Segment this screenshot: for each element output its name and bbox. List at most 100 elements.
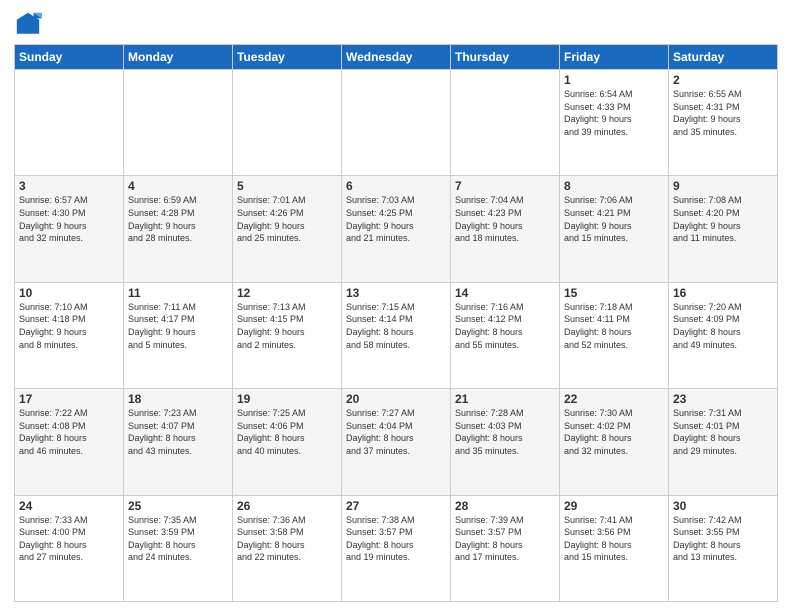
day-number: 15 (564, 286, 664, 300)
day-header-tuesday: Tuesday (233, 45, 342, 70)
day-info: Sunrise: 7:30 AM Sunset: 4:02 PM Dayligh… (564, 407, 664, 457)
day-number: 18 (128, 392, 228, 406)
calendar-cell: 8Sunrise: 7:06 AM Sunset: 4:21 PM Daylig… (560, 176, 669, 282)
day-number: 17 (19, 392, 119, 406)
day-number: 10 (19, 286, 119, 300)
day-info: Sunrise: 7:04 AM Sunset: 4:23 PM Dayligh… (455, 194, 555, 244)
day-number: 28 (455, 499, 555, 513)
day-number: 9 (673, 179, 773, 193)
calendar-cell: 11Sunrise: 7:11 AM Sunset: 4:17 PM Dayli… (124, 282, 233, 388)
day-info: Sunrise: 7:16 AM Sunset: 4:12 PM Dayligh… (455, 301, 555, 351)
calendar-table: SundayMondayTuesdayWednesdayThursdayFrid… (14, 44, 778, 602)
calendar-cell (342, 70, 451, 176)
calendar-cell: 12Sunrise: 7:13 AM Sunset: 4:15 PM Dayli… (233, 282, 342, 388)
day-info: Sunrise: 7:10 AM Sunset: 4:18 PM Dayligh… (19, 301, 119, 351)
calendar-cell: 10Sunrise: 7:10 AM Sunset: 4:18 PM Dayli… (15, 282, 124, 388)
day-info: Sunrise: 7:25 AM Sunset: 4:06 PM Dayligh… (237, 407, 337, 457)
calendar-cell: 21Sunrise: 7:28 AM Sunset: 4:03 PM Dayli… (451, 389, 560, 495)
page-header (14, 10, 778, 38)
day-info: Sunrise: 6:59 AM Sunset: 4:28 PM Dayligh… (128, 194, 228, 244)
day-number: 27 (346, 499, 446, 513)
calendar-cell: 24Sunrise: 7:33 AM Sunset: 4:00 PM Dayli… (15, 495, 124, 601)
calendar-cell (124, 70, 233, 176)
calendar-cell: 16Sunrise: 7:20 AM Sunset: 4:09 PM Dayli… (669, 282, 778, 388)
day-info: Sunrise: 7:18 AM Sunset: 4:11 PM Dayligh… (564, 301, 664, 351)
day-info: Sunrise: 7:38 AM Sunset: 3:57 PM Dayligh… (346, 514, 446, 564)
day-header-sunday: Sunday (15, 45, 124, 70)
day-number: 2 (673, 73, 773, 87)
calendar-cell: 18Sunrise: 7:23 AM Sunset: 4:07 PM Dayli… (124, 389, 233, 495)
calendar-cell: 25Sunrise: 7:35 AM Sunset: 3:59 PM Dayli… (124, 495, 233, 601)
day-info: Sunrise: 7:20 AM Sunset: 4:09 PM Dayligh… (673, 301, 773, 351)
day-header-wednesday: Wednesday (342, 45, 451, 70)
calendar-cell: 22Sunrise: 7:30 AM Sunset: 4:02 PM Dayli… (560, 389, 669, 495)
day-number: 8 (564, 179, 664, 193)
day-number: 12 (237, 286, 337, 300)
calendar-header: SundayMondayTuesdayWednesdayThursdayFrid… (15, 45, 778, 70)
day-info: Sunrise: 7:27 AM Sunset: 4:04 PM Dayligh… (346, 407, 446, 457)
day-info: Sunrise: 7:36 AM Sunset: 3:58 PM Dayligh… (237, 514, 337, 564)
day-number: 29 (564, 499, 664, 513)
day-info: Sunrise: 7:11 AM Sunset: 4:17 PM Dayligh… (128, 301, 228, 351)
day-info: Sunrise: 7:35 AM Sunset: 3:59 PM Dayligh… (128, 514, 228, 564)
day-number: 11 (128, 286, 228, 300)
day-info: Sunrise: 6:54 AM Sunset: 4:33 PM Dayligh… (564, 88, 664, 138)
day-number: 22 (564, 392, 664, 406)
calendar-cell: 13Sunrise: 7:15 AM Sunset: 4:14 PM Dayli… (342, 282, 451, 388)
calendar-cell: 28Sunrise: 7:39 AM Sunset: 3:57 PM Dayli… (451, 495, 560, 601)
day-number: 20 (346, 392, 446, 406)
day-number: 4 (128, 179, 228, 193)
calendar-cell: 20Sunrise: 7:27 AM Sunset: 4:04 PM Dayli… (342, 389, 451, 495)
day-info: Sunrise: 7:06 AM Sunset: 4:21 PM Dayligh… (564, 194, 664, 244)
day-number: 3 (19, 179, 119, 193)
day-number: 7 (455, 179, 555, 193)
day-number: 23 (673, 392, 773, 406)
day-info: Sunrise: 7:23 AM Sunset: 4:07 PM Dayligh… (128, 407, 228, 457)
day-number: 21 (455, 392, 555, 406)
day-number: 6 (346, 179, 446, 193)
day-info: Sunrise: 7:41 AM Sunset: 3:56 PM Dayligh… (564, 514, 664, 564)
calendar-cell: 17Sunrise: 7:22 AM Sunset: 4:08 PM Dayli… (15, 389, 124, 495)
calendar-cell: 7Sunrise: 7:04 AM Sunset: 4:23 PM Daylig… (451, 176, 560, 282)
day-info: Sunrise: 7:39 AM Sunset: 3:57 PM Dayligh… (455, 514, 555, 564)
day-header-friday: Friday (560, 45, 669, 70)
calendar-cell (451, 70, 560, 176)
day-number: 5 (237, 179, 337, 193)
calendar-cell: 14Sunrise: 7:16 AM Sunset: 4:12 PM Dayli… (451, 282, 560, 388)
calendar-cell: 9Sunrise: 7:08 AM Sunset: 4:20 PM Daylig… (669, 176, 778, 282)
day-number: 19 (237, 392, 337, 406)
calendar-cell: 2Sunrise: 6:55 AM Sunset: 4:31 PM Daylig… (669, 70, 778, 176)
day-number: 24 (19, 499, 119, 513)
calendar-cell: 15Sunrise: 7:18 AM Sunset: 4:11 PM Dayli… (560, 282, 669, 388)
day-number: 30 (673, 499, 773, 513)
day-info: Sunrise: 7:08 AM Sunset: 4:20 PM Dayligh… (673, 194, 773, 244)
day-info: Sunrise: 7:28 AM Sunset: 4:03 PM Dayligh… (455, 407, 555, 457)
day-number: 16 (673, 286, 773, 300)
day-header-thursday: Thursday (451, 45, 560, 70)
calendar-cell: 29Sunrise: 7:41 AM Sunset: 3:56 PM Dayli… (560, 495, 669, 601)
calendar-cell (233, 70, 342, 176)
calendar-cell: 26Sunrise: 7:36 AM Sunset: 3:58 PM Dayli… (233, 495, 342, 601)
calendar-cell: 1Sunrise: 6:54 AM Sunset: 4:33 PM Daylig… (560, 70, 669, 176)
calendar-cell: 3Sunrise: 6:57 AM Sunset: 4:30 PM Daylig… (15, 176, 124, 282)
calendar-cell: 5Sunrise: 7:01 AM Sunset: 4:26 PM Daylig… (233, 176, 342, 282)
calendar-cell: 30Sunrise: 7:42 AM Sunset: 3:55 PM Dayli… (669, 495, 778, 601)
day-info: Sunrise: 7:33 AM Sunset: 4:00 PM Dayligh… (19, 514, 119, 564)
day-header-monday: Monday (124, 45, 233, 70)
day-header-saturday: Saturday (669, 45, 778, 70)
calendar-cell: 23Sunrise: 7:31 AM Sunset: 4:01 PM Dayli… (669, 389, 778, 495)
day-number: 14 (455, 286, 555, 300)
day-info: Sunrise: 7:03 AM Sunset: 4:25 PM Dayligh… (346, 194, 446, 244)
calendar-cell: 6Sunrise: 7:03 AM Sunset: 4:25 PM Daylig… (342, 176, 451, 282)
calendar-cell (15, 70, 124, 176)
calendar-cell: 27Sunrise: 7:38 AM Sunset: 3:57 PM Dayli… (342, 495, 451, 601)
logo (14, 10, 46, 38)
day-info: Sunrise: 7:31 AM Sunset: 4:01 PM Dayligh… (673, 407, 773, 457)
day-number: 13 (346, 286, 446, 300)
calendar-cell: 4Sunrise: 6:59 AM Sunset: 4:28 PM Daylig… (124, 176, 233, 282)
day-info: Sunrise: 7:42 AM Sunset: 3:55 PM Dayligh… (673, 514, 773, 564)
day-number: 25 (128, 499, 228, 513)
day-info: Sunrise: 7:15 AM Sunset: 4:14 PM Dayligh… (346, 301, 446, 351)
day-number: 26 (237, 499, 337, 513)
day-info: Sunrise: 7:22 AM Sunset: 4:08 PM Dayligh… (19, 407, 119, 457)
